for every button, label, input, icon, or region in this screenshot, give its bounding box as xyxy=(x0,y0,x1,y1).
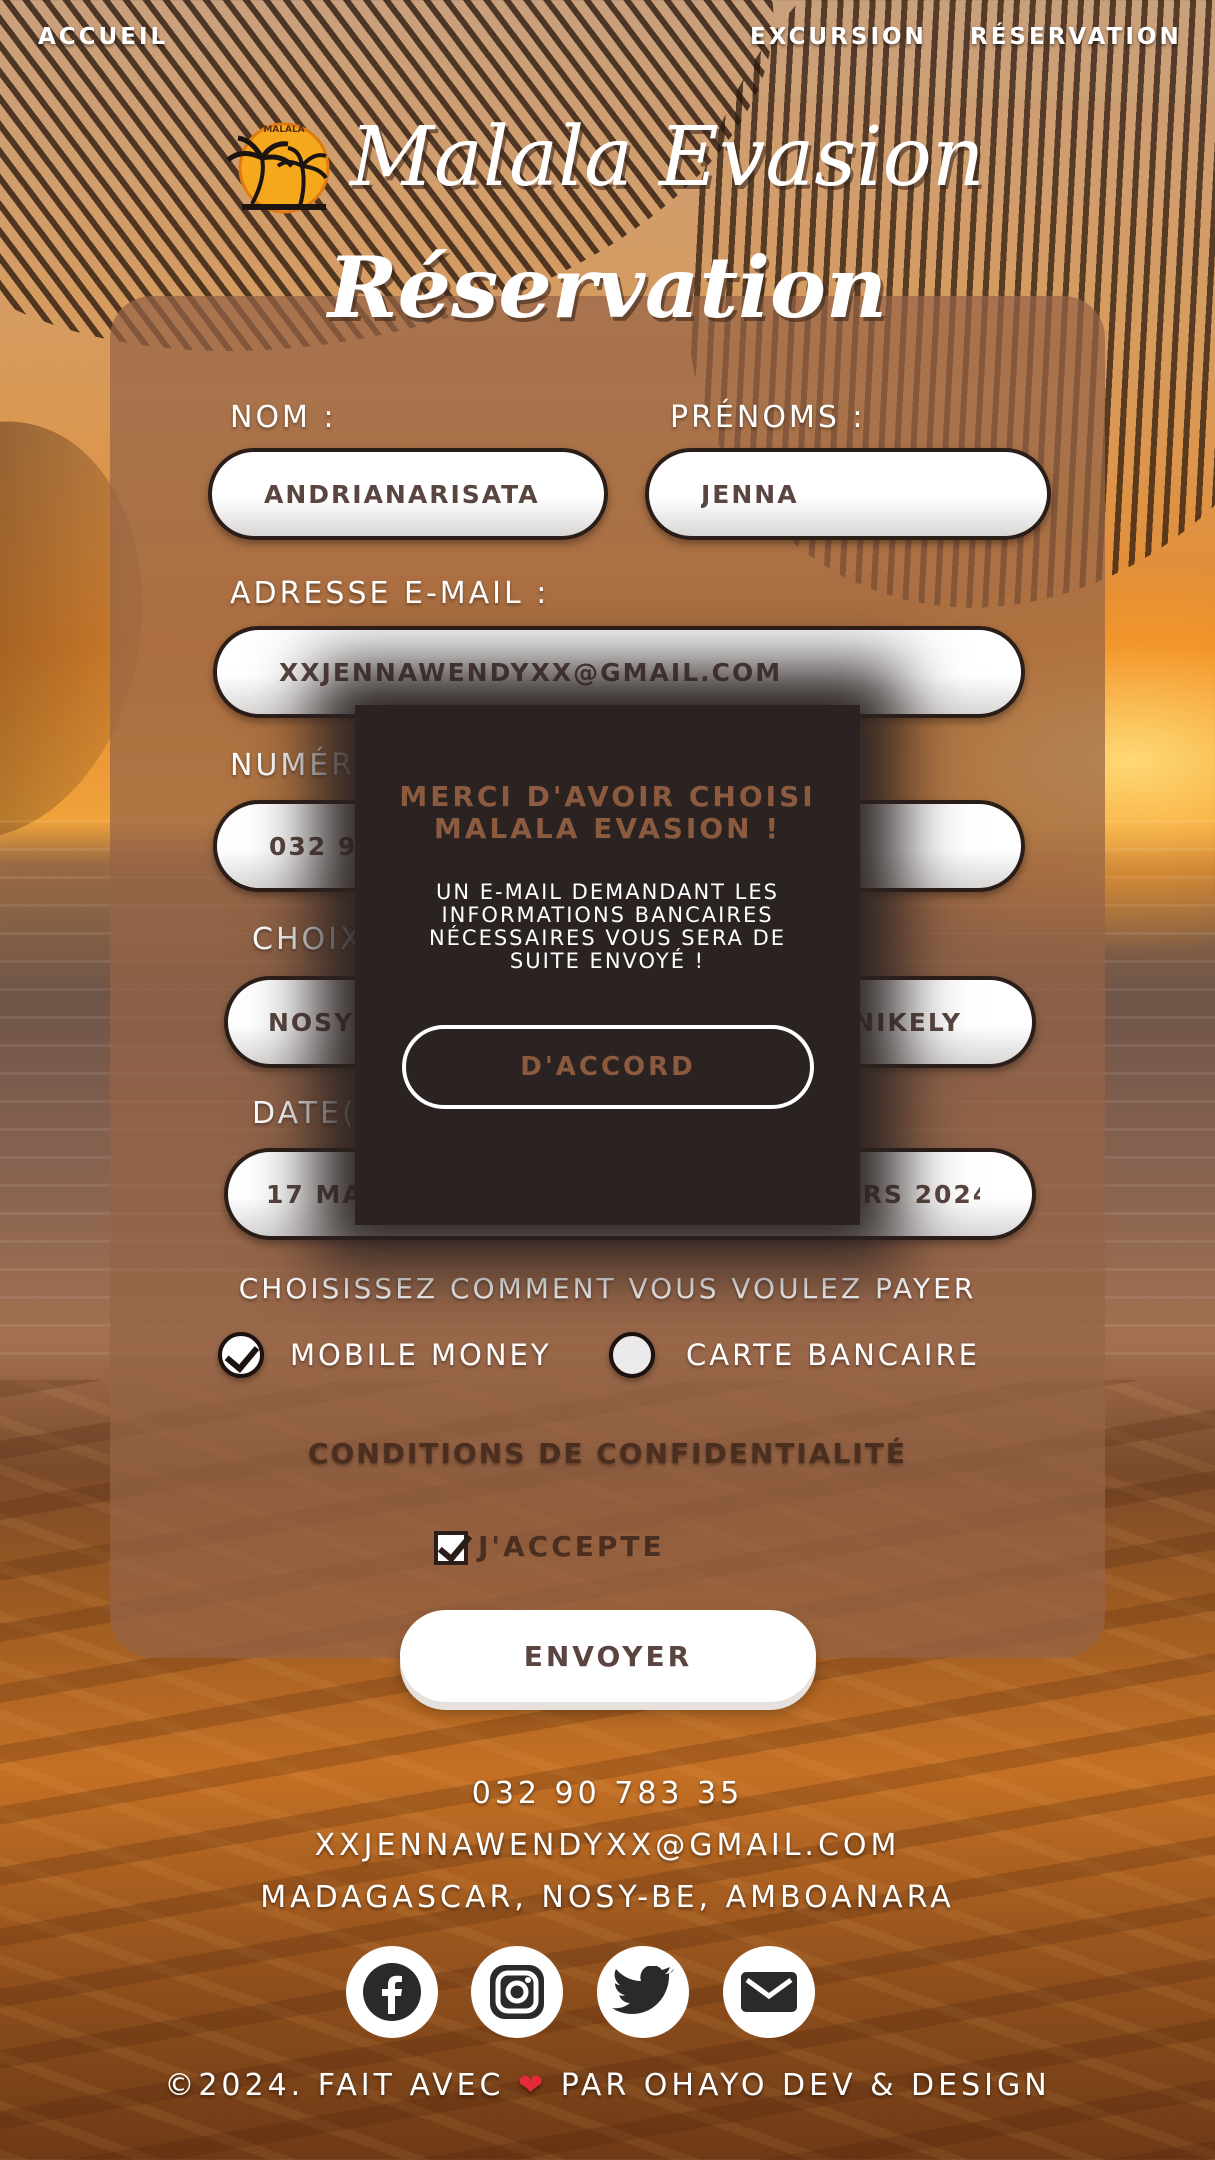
copyright-prefix: ©2024. FAIT AVEC xyxy=(164,2068,505,2103)
mobile-money-label: MOBILE MONEY xyxy=(290,1338,552,1372)
choix-label: CHOIX xyxy=(252,922,364,957)
nav-home-link[interactable]: ACCUEIL xyxy=(38,24,168,50)
mobile-money-radio[interactable] xyxy=(218,1332,264,1378)
carte-bancaire-label: CARTE BANCAIRE xyxy=(686,1338,980,1372)
nom-field[interactable] xyxy=(208,448,608,540)
mail-icon[interactable] xyxy=(723,1946,815,2038)
nom-input[interactable] xyxy=(212,452,604,536)
footer-email: XXJENNAWENDYXX@GMAIL.COM xyxy=(314,1828,901,1863)
footer-copyright: ©2024. FAIT AVEC ❤ PAR OHAYO DEV & DESIG… xyxy=(0,2068,1215,2103)
payment-title: CHOISISSEZ COMMENT VOUS VOULEZ PAYER xyxy=(238,1272,977,1305)
brand-title: Malala Evasion xyxy=(350,110,985,205)
choix-value-right: NIKELY xyxy=(853,1008,962,1037)
prenoms-input[interactable] xyxy=(649,452,1047,536)
ok-button[interactable]: D'ACCORD xyxy=(402,1025,814,1109)
footer-phone: 032 90 783 35 xyxy=(471,1776,744,1811)
prenoms-field[interactable] xyxy=(645,448,1051,540)
page-title: Réservation xyxy=(327,238,888,337)
facebook-icon[interactable] xyxy=(346,1946,438,2038)
instagram-icon[interactable] xyxy=(471,1946,563,2038)
svg-text:MALALA: MALALA xyxy=(263,125,304,135)
carte-bancaire-radio[interactable] xyxy=(609,1332,655,1378)
copyright-suffix: PAR OHAYO DEV & DESIGN xyxy=(560,2068,1051,2103)
accept-label: J'ACCEPTE xyxy=(478,1530,665,1563)
twitter-icon[interactable] xyxy=(597,1946,689,2038)
nom-label: NOM : xyxy=(230,400,337,435)
palm-sunset-logo-icon: MALALA xyxy=(226,122,330,214)
heart-icon: ❤ xyxy=(518,2068,548,2103)
nav-excursion-link[interactable]: EXCURSION xyxy=(750,24,927,50)
prenoms-label: PRÉNOMS : xyxy=(670,400,866,435)
confirmation-modal: MERCI D'AVOIR CHOISI MALALA EVASION ! UN… xyxy=(355,705,860,1225)
nav-reservation-link[interactable]: RÉSERVATION xyxy=(970,24,1182,50)
footer-address: MADAGASCAR, NOSY-BE, AMBOANARA xyxy=(260,1880,955,1915)
email-label: ADRESSE E-MAIL : xyxy=(230,576,550,611)
send-button[interactable]: ENVOYER xyxy=(400,1610,816,1702)
privacy-link[interactable]: CONDITIONS DE CONFIDENTIALITÉ xyxy=(0,1437,1215,1470)
accept-checkbox[interactable] xyxy=(434,1531,468,1565)
modal-title: MERCI D'AVOIR CHOISI MALALA EVASION ! xyxy=(399,780,816,845)
email-input[interactable] xyxy=(217,630,1021,714)
modal-message: UN E-MAIL DEMANDANT LES INFORMATIONS BAN… xyxy=(428,880,787,973)
